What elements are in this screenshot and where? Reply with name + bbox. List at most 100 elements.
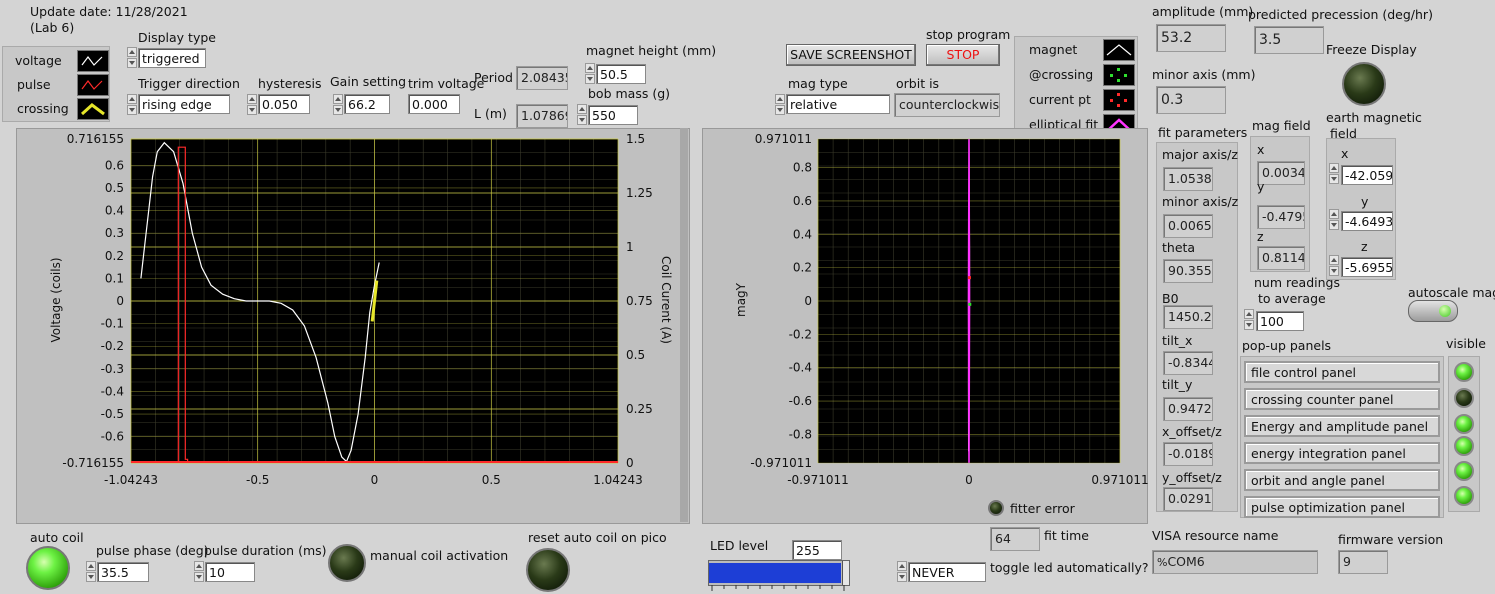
fit-param-label: x_offset/z bbox=[1162, 424, 1222, 439]
y-tick-label: -0.4 bbox=[789, 361, 812, 375]
toggle-led-select[interactable]: NEVER bbox=[908, 562, 986, 582]
predicted-precession-value: 3.5 bbox=[1254, 26, 1324, 54]
fit-param-value: -0.0189 bbox=[1163, 442, 1213, 466]
led-level-slider[interactable] bbox=[708, 560, 850, 586]
fit-param-value: 0.02917 bbox=[1163, 487, 1213, 511]
manual-coil-label: manual coil activation bbox=[370, 548, 509, 563]
fit-param-label: minor axis/z bbox=[1162, 194, 1239, 209]
autoscale-mag-toggle[interactable] bbox=[1408, 300, 1458, 322]
popup-energy-integration-button[interactable]: energy integration panel bbox=[1244, 442, 1440, 464]
visible-file-control-led[interactable] bbox=[1454, 362, 1474, 382]
led-level-handle[interactable] bbox=[842, 561, 849, 585]
earth-field-y-spinner[interactable] bbox=[1329, 209, 1339, 231]
mag-chart-svg: -0.971011 0 0.971011 0.971011 0.8 0.6 0.4 0.2 0 -… bbox=[734, 132, 1149, 487]
pulse-phase-label: pulse phase (deg) bbox=[96, 543, 209, 558]
auto-coil-button[interactable] bbox=[26, 546, 70, 590]
fit-param-value: 90.355 bbox=[1163, 259, 1213, 283]
y-tick-label: 0.6 bbox=[793, 194, 812, 208]
predicted-precession-label: predicted precession (deg/hr) bbox=[1248, 7, 1433, 22]
led-level-scale bbox=[711, 585, 845, 591]
popup-orbit-angle-button[interactable]: orbit and angle panel bbox=[1244, 469, 1440, 491]
fit-param-value: 0.94727 bbox=[1163, 397, 1213, 421]
visible-orbit-angle-led[interactable] bbox=[1454, 461, 1474, 481]
toggle-led-label: toggle led automatically? bbox=[990, 560, 1149, 575]
minor-axis-label: minor axis (mm) bbox=[1152, 67, 1256, 82]
y-tick-label: 0.8 bbox=[793, 161, 812, 175]
y-tick-label: -0.6 bbox=[789, 394, 812, 408]
popup-crossing-counter-button[interactable]: crossing counter panel bbox=[1244, 388, 1440, 410]
firmware-label: firmware version bbox=[1338, 532, 1444, 547]
led-level-fill bbox=[709, 563, 841, 583]
visible-energy-amplitude-led[interactable] bbox=[1454, 414, 1474, 434]
mag-chart-ylabel: magY bbox=[734, 282, 748, 317]
mag-field-x-label: x bbox=[1257, 142, 1265, 157]
visible-energy-integration-led[interactable] bbox=[1454, 436, 1474, 456]
earth-field-x-label: x bbox=[1341, 146, 1349, 161]
fit-param-label: tilt_x bbox=[1162, 333, 1193, 348]
x-tick-label: 0.971011 bbox=[1091, 473, 1148, 487]
visa-resource-value[interactable]: %COM6 bbox=[1152, 550, 1318, 574]
fit-param-value: 1450.23 bbox=[1163, 305, 1213, 329]
x-tick-label: -0.971011 bbox=[787, 473, 849, 487]
mag-field-y-label: y bbox=[1257, 179, 1265, 194]
pulse-phase-input[interactable]: 35.5 bbox=[97, 562, 149, 582]
led-level-input[interactable]: 255 bbox=[792, 540, 842, 560]
toggle-led-spinner[interactable] bbox=[897, 561, 907, 583]
fit-parameters-panel: major axis/z 1.05387 minor axis/z 0.0065… bbox=[1156, 142, 1238, 512]
fit-time-label: fit time bbox=[1044, 528, 1089, 543]
popup-file-control-button[interactable]: file control panel bbox=[1244, 361, 1440, 383]
num-readings-spinner[interactable] bbox=[1244, 309, 1254, 331]
y-tick-label: 0.971011 bbox=[755, 132, 812, 146]
amplitude-label: amplitude (mm) bbox=[1152, 4, 1254, 19]
earth-field-panel: x -42.059 y -4.6493 z -5.6955 bbox=[1326, 138, 1396, 280]
earth-field-z-spinner[interactable] bbox=[1329, 255, 1339, 277]
earth-field-z-label: z bbox=[1361, 239, 1368, 254]
fit-param-value: 1.05387 bbox=[1163, 167, 1213, 191]
y-tick-label: 0.2 bbox=[793, 261, 812, 275]
num-readings-label-2: to average bbox=[1258, 291, 1326, 306]
pulse-phase-spinner[interactable] bbox=[86, 561, 96, 583]
mag-field-y-value: -0.4795 bbox=[1257, 205, 1305, 229]
series-current-point bbox=[967, 276, 971, 280]
firmware-value: 9 bbox=[1338, 550, 1388, 574]
fit-param-value: -0.8344 bbox=[1163, 351, 1213, 375]
auto-coil-label: auto coil bbox=[30, 530, 84, 545]
visible-pulse-optimization-led[interactable] bbox=[1454, 486, 1474, 506]
earth-field-y-label: y bbox=[1361, 194, 1369, 209]
mag-field-label: mag field bbox=[1252, 118, 1311, 133]
fit-param-value: 0.00656 bbox=[1163, 214, 1213, 238]
reset-auto-coil-button[interactable] bbox=[526, 548, 570, 592]
visible-crossing-counter-led[interactable] bbox=[1454, 388, 1474, 408]
fit-param-label: tilt_y bbox=[1162, 377, 1193, 392]
led-level-label: LED level bbox=[710, 538, 769, 553]
visible-label: visible bbox=[1446, 336, 1486, 351]
earth-field-y-input[interactable]: -4.6493 bbox=[1341, 211, 1393, 231]
y-tick-label: 0 bbox=[804, 294, 812, 308]
earth-field-z-input[interactable]: -5.6955 bbox=[1341, 257, 1393, 277]
pulse-duration-spinner[interactable] bbox=[194, 561, 204, 583]
pulse-duration-label: pulse duration (ms) bbox=[204, 543, 327, 558]
fit-parameters-label: fit parameters bbox=[1158, 125, 1248, 140]
num-readings-input[interactable]: 100 bbox=[1256, 311, 1304, 331]
num-readings-label: num readings bbox=[1254, 275, 1340, 290]
popup-energy-amplitude-button[interactable]: Energy and amplitude panel bbox=[1244, 415, 1440, 437]
autoscale-mag-label: autoscale mag bbox=[1408, 285, 1495, 300]
mag-field-z-label: z bbox=[1257, 229, 1264, 244]
y-tick-label: -0.2 bbox=[789, 327, 812, 341]
minor-axis-value: 0.3 bbox=[1156, 86, 1226, 114]
manual-coil-button[interactable] bbox=[328, 544, 366, 582]
fit-param-label: theta bbox=[1162, 240, 1196, 255]
pulse-duration-input[interactable]: 10 bbox=[205, 562, 255, 582]
y-tick-label: 0.4 bbox=[793, 227, 812, 241]
fit-param-label: y_offset/z bbox=[1162, 470, 1222, 485]
mag-field-z-value: 0.81140 bbox=[1257, 246, 1305, 270]
amplitude-value: 53.2 bbox=[1156, 24, 1226, 52]
fitter-error-label: fitter error bbox=[1010, 501, 1075, 516]
popup-pulse-optimization-button[interactable]: pulse optimization panel bbox=[1244, 496, 1440, 518]
earth-field-x-input[interactable]: -42.059 bbox=[1341, 165, 1393, 185]
freeze-display-button[interactable] bbox=[1342, 62, 1386, 106]
earth-field-x-spinner[interactable] bbox=[1329, 163, 1339, 185]
visa-resource-text: COM6 bbox=[1167, 554, 1205, 569]
visa-icon: % bbox=[1157, 556, 1168, 569]
popup-panels-label: pop-up panels bbox=[1242, 338, 1332, 353]
